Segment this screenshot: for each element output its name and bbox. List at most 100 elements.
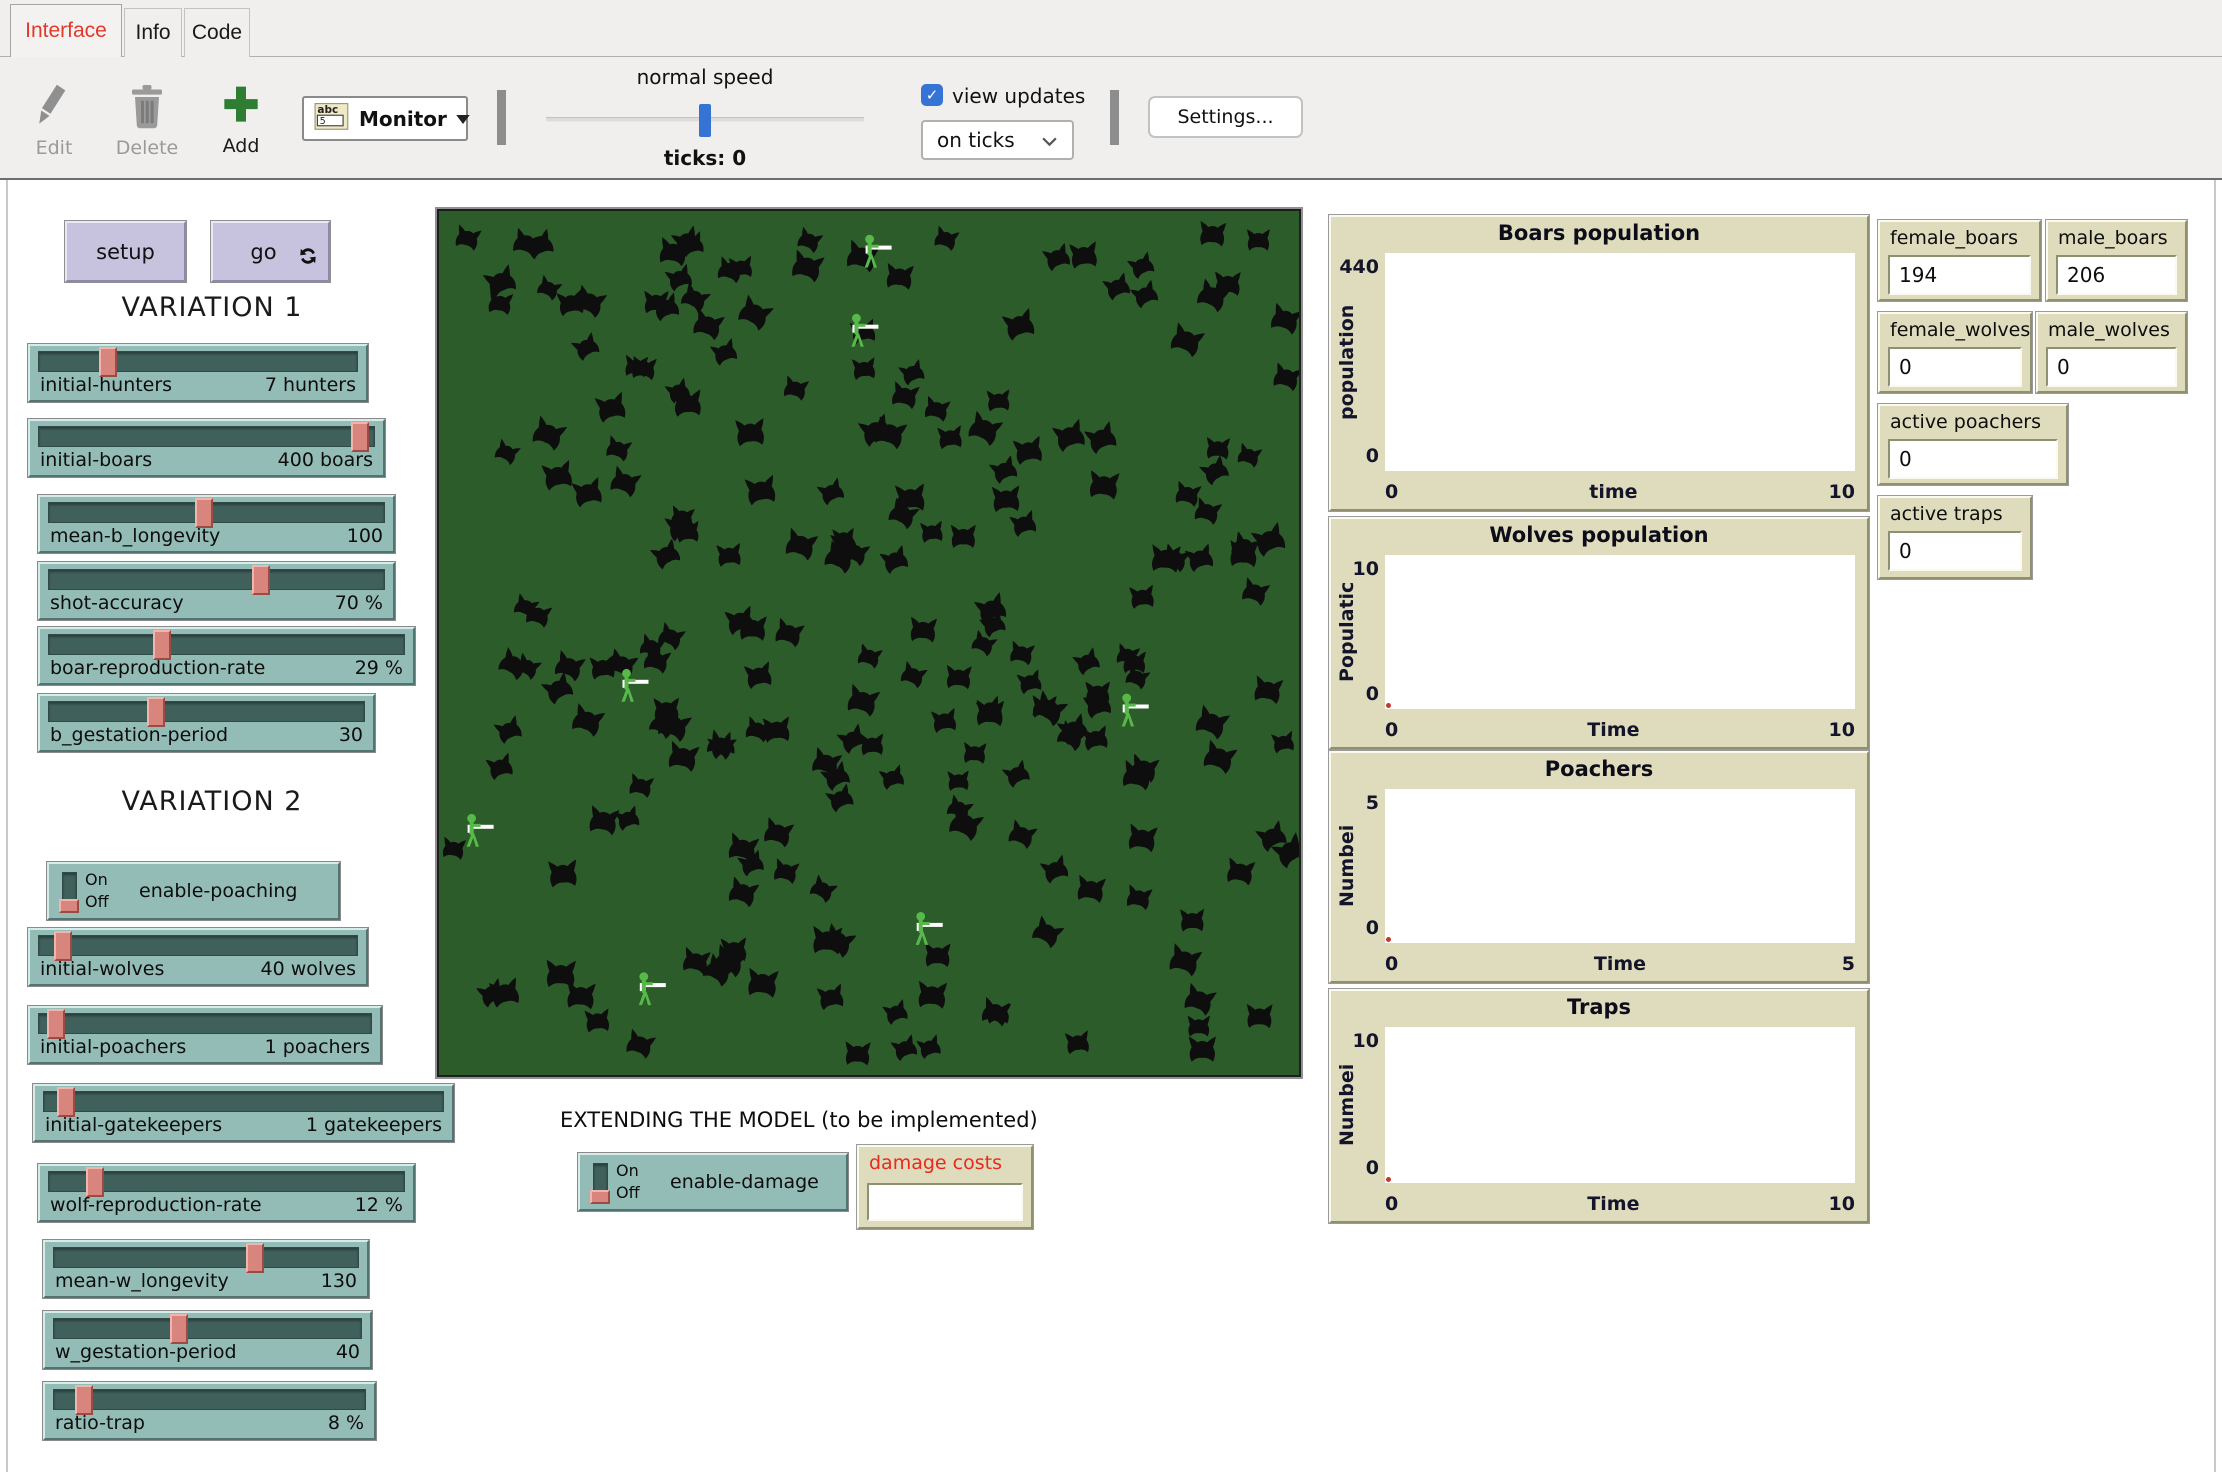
slider-thumb[interactable] <box>47 1009 65 1039</box>
extending-heading: EXTENDING THE MODEL (to be implemented) <box>560 1108 1038 1132</box>
slider-initial-gatekeepers[interactable]: initial-gatekeepers1 gatekeepers <box>33 1084 454 1142</box>
switch-label: enable-damage <box>670 1155 819 1209</box>
tab-interface[interactable]: Interface <box>10 4 122 57</box>
add-button[interactable]: Add <box>206 83 276 157</box>
slider-thumb[interactable] <box>195 498 213 528</box>
slider-wolf-reproduction-rate[interactable]: wolf-reproduction-rate12 % <box>38 1164 415 1222</box>
monitor-female-wolves: female_wolves 0 <box>1878 312 2032 393</box>
slider-track[interactable] <box>43 1091 444 1112</box>
slider-thumb[interactable] <box>246 1243 264 1273</box>
pencil-icon <box>37 83 71 133</box>
plot-title: Wolves population <box>1331 523 1867 547</box>
slider-mean-b-longevity[interactable]: mean-b_longevity100 <box>38 495 395 553</box>
slider-initial-hunters[interactable]: initial-hunters7 hunters <box>28 344 368 402</box>
plot-xmin: 0 <box>1385 719 1398 741</box>
slider-ratio-trap[interactable]: ratio-trap8 % <box>43 1382 376 1440</box>
slider-track[interactable] <box>48 1171 405 1192</box>
slider-thumb[interactable] <box>86 1167 104 1197</box>
tab-code[interactable]: Code <box>184 8 250 57</box>
slider-track[interactable] <box>38 1013 372 1034</box>
slider-track[interactable] <box>38 426 375 447</box>
toolbar-separator <box>1110 90 1119 145</box>
monitor-value: 0 <box>1888 531 2022 571</box>
slider-label: shot-accuracy <box>50 592 184 614</box>
slider-label: initial-poachers <box>40 1036 186 1058</box>
settings-button[interactable]: Settings... <box>1148 96 1303 138</box>
switch-groove[interactable] <box>62 872 77 912</box>
slider-thumb[interactable] <box>252 565 270 595</box>
slider-w-gestation-period[interactable]: w_gestation-period40 <box>43 1311 372 1369</box>
slider-value: 30 <box>339 724 363 746</box>
world-view[interactable] <box>435 207 1303 1079</box>
monitor-label: female_wolves <box>1890 319 2030 341</box>
speed-slider[interactable] <box>546 117 864 122</box>
switch-groove[interactable] <box>593 1163 608 1203</box>
widget-selector-label: Monitor <box>359 107 447 131</box>
slider-track[interactable] <box>48 502 385 523</box>
setup-button[interactable]: setup <box>65 221 186 282</box>
slider-thumb[interactable] <box>153 630 171 660</box>
slider-track[interactable] <box>53 1318 362 1339</box>
slider-thumb[interactable] <box>54 931 72 961</box>
slider-thumb[interactable] <box>170 1314 188 1344</box>
slider-track[interactable] <box>48 569 385 590</box>
switch-enable-poaching[interactable]: OnOff enable-poaching <box>47 862 340 920</box>
tab-info[interactable]: Info <box>124 8 182 57</box>
slider-b-gestation-period[interactable]: b_gestation-period 30 <box>38 694 375 752</box>
slider-thumb[interactable] <box>99 347 117 377</box>
slider-initial-poachers[interactable]: initial-poachers1 poachers <box>28 1006 382 1064</box>
slider-track[interactable] <box>53 1247 359 1268</box>
view-updates-checkbox[interactable] <box>921 84 943 106</box>
setup-button-label: setup <box>96 240 155 264</box>
plot-pen-dot <box>1386 1177 1391 1182</box>
monitor-label: male_boars <box>2058 227 2168 249</box>
plot-area <box>1385 253 1855 471</box>
monitor-value: 194 <box>1888 255 2031 295</box>
slider-initial-boars[interactable]: initial-boars400 boars <box>28 419 385 477</box>
slider-boar-reproduction-rate[interactable]: boar-reproduction-rate29 % <box>38 627 415 685</box>
update-mode-select[interactable]: on ticks <box>921 120 1074 160</box>
update-mode-value: on ticks <box>937 128 1015 152</box>
plot-title: Traps <box>1331 995 1867 1019</box>
slider-thumb[interactable] <box>57 1087 75 1117</box>
slider-label: initial-wolves <box>40 958 164 980</box>
switch-enable-damage[interactable]: OnOff enable-damage <box>578 1153 848 1211</box>
edit-label: Edit <box>36 137 73 159</box>
switch-thumb[interactable] <box>590 1190 610 1204</box>
svg-text:5: 5 <box>320 116 326 127</box>
delete-button[interactable]: Delete <box>112 83 182 159</box>
slider-thumb[interactable] <box>351 422 369 452</box>
svg-text:abc: abc <box>317 103 338 115</box>
switch-onoff-labels: OnOff <box>85 869 109 914</box>
go-button[interactable]: go <box>211 221 330 282</box>
plot-traps: Traps 10 0 Numbei 0 Time 10 <box>1329 989 1869 1223</box>
monitor-label: damage costs <box>869 1152 1002 1174</box>
slider-label: initial-boars <box>40 449 152 471</box>
widget-selector-dropdown[interactable]: abc 5 Monitor <box>302 96 468 141</box>
monitor-label: male_wolves <box>2048 319 2170 341</box>
slider-label: b_gestation-period <box>50 724 228 746</box>
slider-track[interactable] <box>48 634 405 655</box>
slider-track[interactable] <box>48 701 365 722</box>
plot-ylabel: Populatic <box>1335 555 1359 709</box>
slider-thumb[interactable] <box>75 1385 93 1415</box>
slider-initial-wolves[interactable]: initial-wolves40 wolves <box>28 928 368 986</box>
slider-track[interactable] <box>53 1389 366 1410</box>
plot-area <box>1385 555 1855 709</box>
slider-track[interactable] <box>38 935 358 956</box>
switch-thumb[interactable] <box>59 899 79 913</box>
slider-value: 29 % <box>355 657 403 679</box>
monitor-value <box>867 1183 1023 1221</box>
plot-xlabel: time <box>1589 481 1637 503</box>
speed-slider-thumb[interactable] <box>699 104 711 137</box>
slider-thumb[interactable] <box>147 697 165 727</box>
slider-label: ratio-trap <box>55 1412 145 1434</box>
monitor-value: 0 <box>1888 439 2058 479</box>
slider-track[interactable] <box>38 351 358 372</box>
monitor-label: active poachers <box>1890 411 2041 433</box>
slider-mean-w-longevity[interactable]: mean-w_longevity130 <box>43 1240 369 1298</box>
slider-shot-accuracy[interactable]: shot-accuracy70 % <box>38 562 395 620</box>
edit-button[interactable]: Edit <box>22 83 86 159</box>
plot-ylabel: population <box>1335 253 1359 471</box>
plot-area <box>1385 789 1855 943</box>
